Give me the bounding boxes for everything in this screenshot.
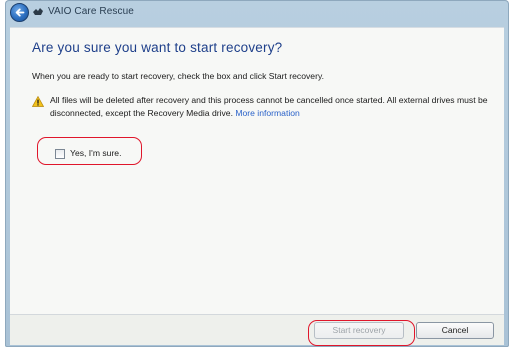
more-information-link[interactable]: More information bbox=[235, 108, 299, 118]
page-heading: Are you sure you want to start recovery? bbox=[32, 40, 283, 55]
window-title: VAIO Care Rescue bbox=[48, 6, 134, 17]
cancel-button[interactable]: Cancel bbox=[416, 322, 494, 339]
checkbox-highlight-annotation bbox=[37, 137, 142, 165]
vaio-app-icon bbox=[33, 8, 43, 15]
button-bar: Start recovery Cancel bbox=[10, 314, 504, 345]
warning-triangle-icon bbox=[32, 96, 44, 107]
main-content: Are you sure you want to start recovery?… bbox=[10, 27, 504, 314]
back-arrow-icon[interactable] bbox=[10, 3, 29, 22]
photo-frame: VAIO Care Rescue Are you sure you want t… bbox=[0, 0, 511, 354]
instruction-text: When you are ready to start recovery, ch… bbox=[32, 71, 324, 81]
warning-message: All files will be deleted after recovery… bbox=[50, 94, 494, 119]
title-bar: VAIO Care Rescue bbox=[5, 0, 509, 26]
start-button-highlight-annotation bbox=[308, 320, 415, 346]
recovery-window: VAIO Care Rescue Are you sure you want t… bbox=[5, 0, 509, 347]
